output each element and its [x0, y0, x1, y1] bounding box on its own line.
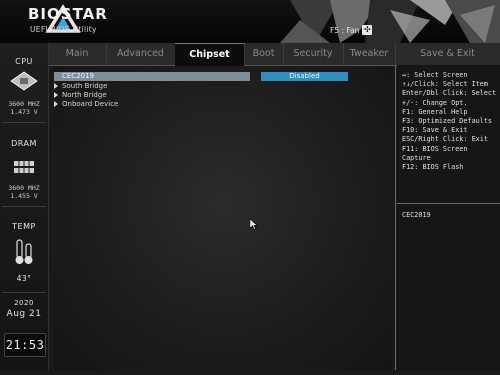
tab-bar: Main Advanced Chipset Boot Security Twea…: [48, 43, 500, 66]
tab-boot[interactable]: Boot: [244, 43, 284, 65]
dram-frequency: 3600 MHZ: [8, 184, 40, 192]
temp-label: TEMP: [12, 222, 36, 231]
tagline: UEFI BIOS Utility: [30, 25, 97, 34]
tab-main[interactable]: Main: [48, 43, 107, 65]
item-description: CEC2019: [402, 211, 431, 219]
tab-security[interactable]: Security: [283, 43, 344, 65]
cpu-icon: [10, 71, 38, 91]
dram-icon: [14, 161, 34, 173]
tab-advanced[interactable]: Advanced: [106, 43, 176, 65]
thermometer-icon: [15, 239, 33, 264]
mouse-cursor-icon: [250, 219, 258, 230]
menu-item-cec2019[interactable]: CEC2019: [54, 72, 250, 81]
clock: 21:53: [4, 333, 46, 357]
submenu-arrow-icon: [54, 101, 58, 107]
cec2019-value[interactable]: Disabled: [261, 72, 348, 81]
cpu-frequency: 3600 MHZ: [8, 100, 40, 108]
cpu-voltage: 1.473 V: [10, 108, 38, 116]
temp-value: 43°: [16, 274, 32, 283]
menu-item-onboard-device[interactable]: Onboard Device: [54, 100, 118, 109]
fan-icon: ✣: [362, 25, 373, 35]
help-panel: ↔: Select Screen ↑↓/Click: Select Item E…: [397, 65, 500, 370]
date-year: 2020: [14, 299, 34, 307]
menu-item-label: South Bridge: [62, 82, 108, 90]
submenu-arrow-icon: [54, 92, 58, 98]
menu-item-south-bridge[interactable]: South Bridge: [54, 82, 107, 91]
dram-label: DRAM: [11, 139, 37, 148]
decorative-shards: [280, 0, 500, 43]
tab-save-exit[interactable]: Save & Exit: [395, 43, 500, 65]
panel-divider: [395, 65, 396, 370]
status-sidebar: CPU 3600 MHZ 1.473 V DRAM 3600 MHZ 1.455…: [0, 43, 49, 370]
chipset-menu: CEC2019 Disabled South Bridge North Brid…: [54, 67, 392, 370]
dram-voltage: 1.455 V: [10, 192, 38, 200]
menu-item-label: CEC2019: [62, 72, 95, 80]
fan-hint-label: F5 : Fan: [330, 25, 360, 35]
date-day: Aug 21: [6, 309, 42, 319]
help-separator: [397, 203, 500, 204]
key-help: ↔: Select Screen ↑↓/Click: Select Item E…: [402, 71, 497, 172]
menu-item-north-bridge[interactable]: North Bridge: [54, 91, 107, 100]
tab-chipset[interactable]: Chipset: [175, 43, 245, 66]
menu-item-label: North Bridge: [62, 91, 107, 99]
tab-tweaker[interactable]: Tweaker: [343, 43, 396, 65]
top-bar: BIOSTAR UEFI BIOS Utility F5 : Fan ✣: [0, 0, 500, 43]
divider: [2, 292, 46, 293]
menu-item-label: Onboard Device: [62, 100, 119, 108]
cpu-label: CPU: [15, 57, 33, 66]
submenu-arrow-icon: [54, 83, 58, 89]
divider: [2, 122, 46, 123]
brand-name: BIOSTAR: [28, 5, 108, 23]
divider: [2, 206, 46, 207]
fan-hint[interactable]: F5 : Fan ✣: [330, 25, 373, 35]
